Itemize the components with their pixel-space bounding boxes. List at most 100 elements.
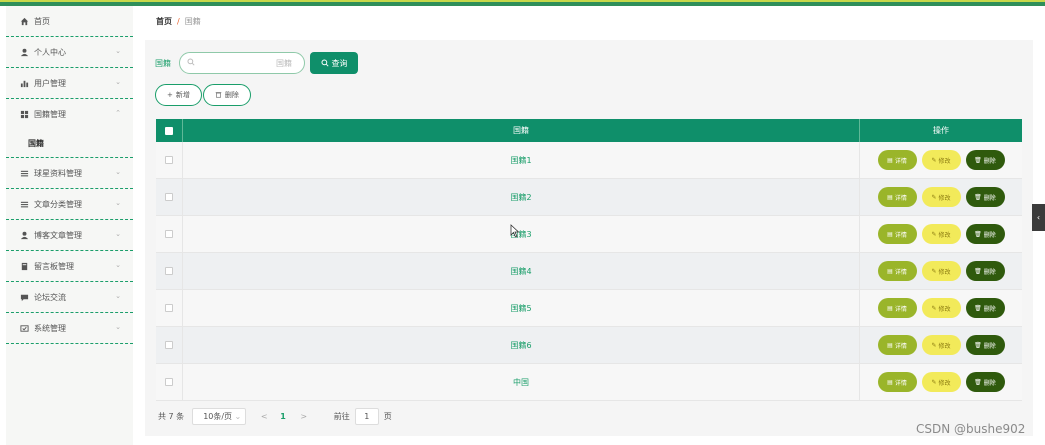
edit-button[interactable]: ✎ 修改 xyxy=(921,335,961,355)
next-page-button[interactable]: > xyxy=(294,412,314,421)
edit-button[interactable]: ✎ 修改 xyxy=(921,150,961,170)
goto-page-input[interactable]: 1 xyxy=(354,408,379,425)
detail-button[interactable]: ▤ 详情 xyxy=(877,224,917,244)
table-row: 国籍4 ▤ 详情 ✎ 修改 🗑 删除 xyxy=(156,253,1022,290)
row-delete-button[interactable]: 🗑 删除 xyxy=(965,150,1005,170)
chevron-up-icon: ⌃ xyxy=(115,109,121,117)
detail-button[interactable]: ▤ 详情 xyxy=(877,261,917,281)
main-content: 国籍 查询 + 新增 删除 国籍 操作 xyxy=(145,40,1033,436)
detail-button-label: 详情 xyxy=(894,379,907,387)
delete-button[interactable]: 删除 xyxy=(202,84,251,106)
detail-button[interactable]: ▤ 详情 xyxy=(877,298,917,318)
detail-button[interactable]: ▤ 详情 xyxy=(877,150,917,170)
add-button[interactable]: + 新增 xyxy=(155,84,202,106)
goto-label: 前往 xyxy=(333,412,350,421)
row-delete-button[interactable]: 🗑 删除 xyxy=(965,187,1005,207)
sidebar-item-home[interactable]: 首页 xyxy=(6,6,133,37)
home-icon xyxy=(20,17,29,26)
search-icon xyxy=(187,58,195,68)
edit-button-label: 修改 xyxy=(938,194,951,202)
sidebar-item-label: 球星资料管理 xyxy=(34,168,82,178)
row-delete-button[interactable]: 🗑 删除 xyxy=(965,335,1005,355)
sidebar-item-label: 国籍管理 xyxy=(34,110,66,119)
search-field[interactable] xyxy=(179,52,305,74)
page-size-select[interactable]: 10条/页 ⌄ xyxy=(192,408,247,425)
table-row: 国籍5 ▤ 详情 ✎ 修改 🗑 删除 xyxy=(156,290,1022,327)
edit-button[interactable]: ✎ 修改 xyxy=(921,224,961,244)
table-row: 国籍2 ▤ 详情 ✎ 修改 🗑 删除 xyxy=(156,179,1022,216)
row-checkbox[interactable] xyxy=(165,156,173,164)
detail-button[interactable]: ▤ 详情 xyxy=(877,187,917,207)
row-delete-button[interactable]: 🗑 删除 xyxy=(965,261,1005,281)
row-delete-button[interactable]: 🗑 删除 xyxy=(965,298,1005,318)
breadcrumb-home[interactable]: 首页 xyxy=(156,16,172,27)
edit-button[interactable]: ✎ 修改 xyxy=(921,187,961,207)
trash-icon: 🗑 xyxy=(974,267,982,275)
nationality-name: 国籍1 xyxy=(510,155,532,165)
sidebar-item-system[interactable]: 系统管理 ⌄ xyxy=(6,313,133,344)
pagination: 共 7 条 10条/页 ⌄ < 1 > 前往 1 页 xyxy=(158,408,392,425)
row-checkbox[interactable] xyxy=(165,341,173,349)
row-checkbox[interactable] xyxy=(165,378,173,386)
row-checkbox[interactable] xyxy=(165,230,173,238)
side-panel-toggle[interactable]: ‹ xyxy=(1032,204,1045,231)
detail-icon: ▤ xyxy=(887,156,893,164)
detail-button[interactable]: ▤ 详情 xyxy=(877,372,917,392)
trash-icon xyxy=(215,91,222,100)
row-delete-button-label: 删除 xyxy=(983,194,996,202)
detail-icon: ▤ xyxy=(887,267,893,275)
sidebar-item-blog-articles[interactable]: 博客文章管理 ⌄ xyxy=(6,220,133,251)
prev-page-button[interactable]: < xyxy=(254,412,274,421)
trash-icon: 🗑 xyxy=(974,230,982,238)
row-checkbox[interactable] xyxy=(165,193,173,201)
detail-button[interactable]: ▤ 详情 xyxy=(877,335,917,355)
search-button[interactable]: 查询 xyxy=(310,52,358,74)
edit-icon: ✎ xyxy=(931,304,937,312)
list-icon xyxy=(20,200,29,209)
edit-button[interactable]: ✎ 修改 xyxy=(921,298,961,318)
grid-icon xyxy=(20,110,29,119)
book-icon xyxy=(20,262,29,271)
breadcrumb-separator: / xyxy=(177,16,180,26)
detail-icon: ▤ xyxy=(887,378,893,386)
select-all-checkbox[interactable] xyxy=(165,126,173,135)
sidebar-item-nationality[interactable]: 国籍管理 ⌃ xyxy=(6,99,133,130)
cell-ops: ▤ 详情 ✎ 修改 🗑 删除 xyxy=(860,142,1022,178)
sidebar-item-profile[interactable]: 个人中心 ⌄ xyxy=(6,37,133,68)
sidebar-subitem-nationality[interactable]: 国籍 xyxy=(6,130,133,158)
cell-ops: ▤ 详情 ✎ 修改 🗑 删除 xyxy=(860,327,1022,363)
edit-button[interactable]: ✎ 修改 xyxy=(921,261,961,281)
chevron-down-icon: ⌄ xyxy=(234,412,242,421)
detail-icon: ▤ xyxy=(887,304,893,312)
chevron-down-icon: ⌄ xyxy=(115,261,121,269)
current-page[interactable]: 1 xyxy=(280,412,286,421)
sidebar-item-guestbook[interactable]: 留言板管理 ⌄ xyxy=(6,251,133,282)
row-select-cell xyxy=(156,216,183,252)
row-delete-button[interactable]: 🗑 删除 xyxy=(965,224,1005,244)
row-delete-button-label: 删除 xyxy=(983,268,996,276)
edit-icon: ✎ xyxy=(931,156,937,164)
breadcrumb: 首页 / 国籍 xyxy=(145,6,1033,36)
row-checkbox[interactable] xyxy=(165,267,173,275)
sidebar-item-users[interactable]: 用户管理 ⌄ xyxy=(6,68,133,99)
sidebar-item-article-categories[interactable]: 文章分类管理 ⌄ xyxy=(6,189,133,220)
search-input[interactable] xyxy=(202,56,298,71)
sidebar-item-label: 系统管理 xyxy=(34,323,66,333)
nationality-name: 国籍4 xyxy=(510,266,532,276)
edit-button-label: 修改 xyxy=(938,157,951,165)
cell-ops: ▤ 详情 ✎ 修改 🗑 删除 xyxy=(860,290,1022,326)
edit-icon: ✎ xyxy=(931,267,937,275)
search-button-label: 查询 xyxy=(331,58,348,68)
chevron-down-icon: ⌄ xyxy=(115,199,121,207)
row-checkbox[interactable] xyxy=(165,304,173,312)
edit-button-label: 修改 xyxy=(938,305,951,313)
row-delete-button[interactable]: 🗑 删除 xyxy=(965,372,1005,392)
sidebar-item-players[interactable]: 球星资料管理 ⌄ xyxy=(6,158,133,189)
edit-button[interactable]: ✎ 修改 xyxy=(921,372,961,392)
chevron-down-icon: ⌄ xyxy=(115,47,121,55)
cell-name: 国籍5 xyxy=(183,290,860,326)
sidebar-item-forum[interactable]: 论坛交流 ⌄ xyxy=(6,282,133,313)
sidebar-item-label: 个人中心 xyxy=(34,47,66,57)
detail-icon: ▤ xyxy=(887,193,893,201)
table-row: 国籍1 ▤ 详情 ✎ 修改 🗑 删除 xyxy=(156,142,1022,179)
